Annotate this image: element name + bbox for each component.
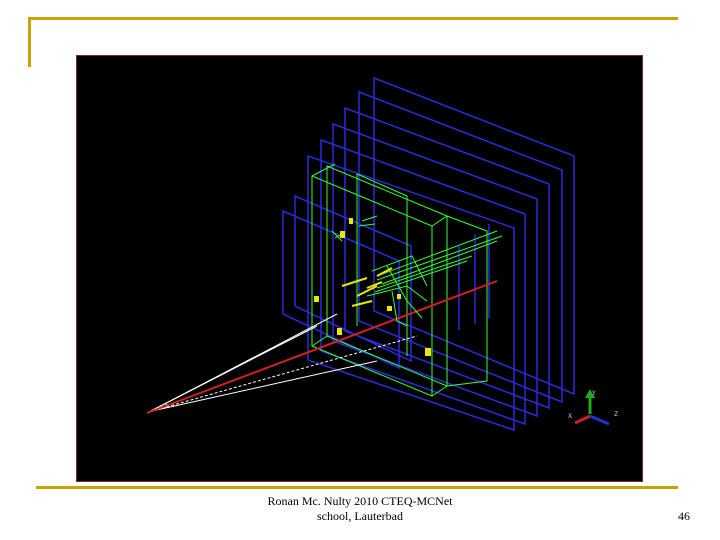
z-axis-arrow-icon [589, 414, 610, 426]
track-segments [314, 218, 431, 356]
detector-event-svg: Y X Z [146, 76, 618, 432]
left-accent-line [28, 17, 31, 67]
axis-indicator: Y X Z [568, 389, 618, 426]
page-number: 46 [678, 509, 690, 523]
z-axis-label: Z [614, 411, 618, 418]
bottom-accent-line [36, 486, 678, 489]
footer-line-2: school, Lauterbad [317, 509, 403, 523]
y-axis-label: Y [591, 390, 596, 397]
x-axis-label: X [568, 413, 572, 420]
footer-line-1: Ronan Mc. Nulty 2010 CTEQ-MCNet [267, 494, 453, 508]
top-accent-line [30, 17, 678, 20]
footer-credit: Ronan Mc. Nulty 2010 CTEQ-MCNet school, … [240, 494, 480, 524]
x-axis-arrow-icon [574, 414, 591, 425]
event-display-image: Y X Z [76, 55, 643, 482]
beam-axis [146, 280, 498, 414]
